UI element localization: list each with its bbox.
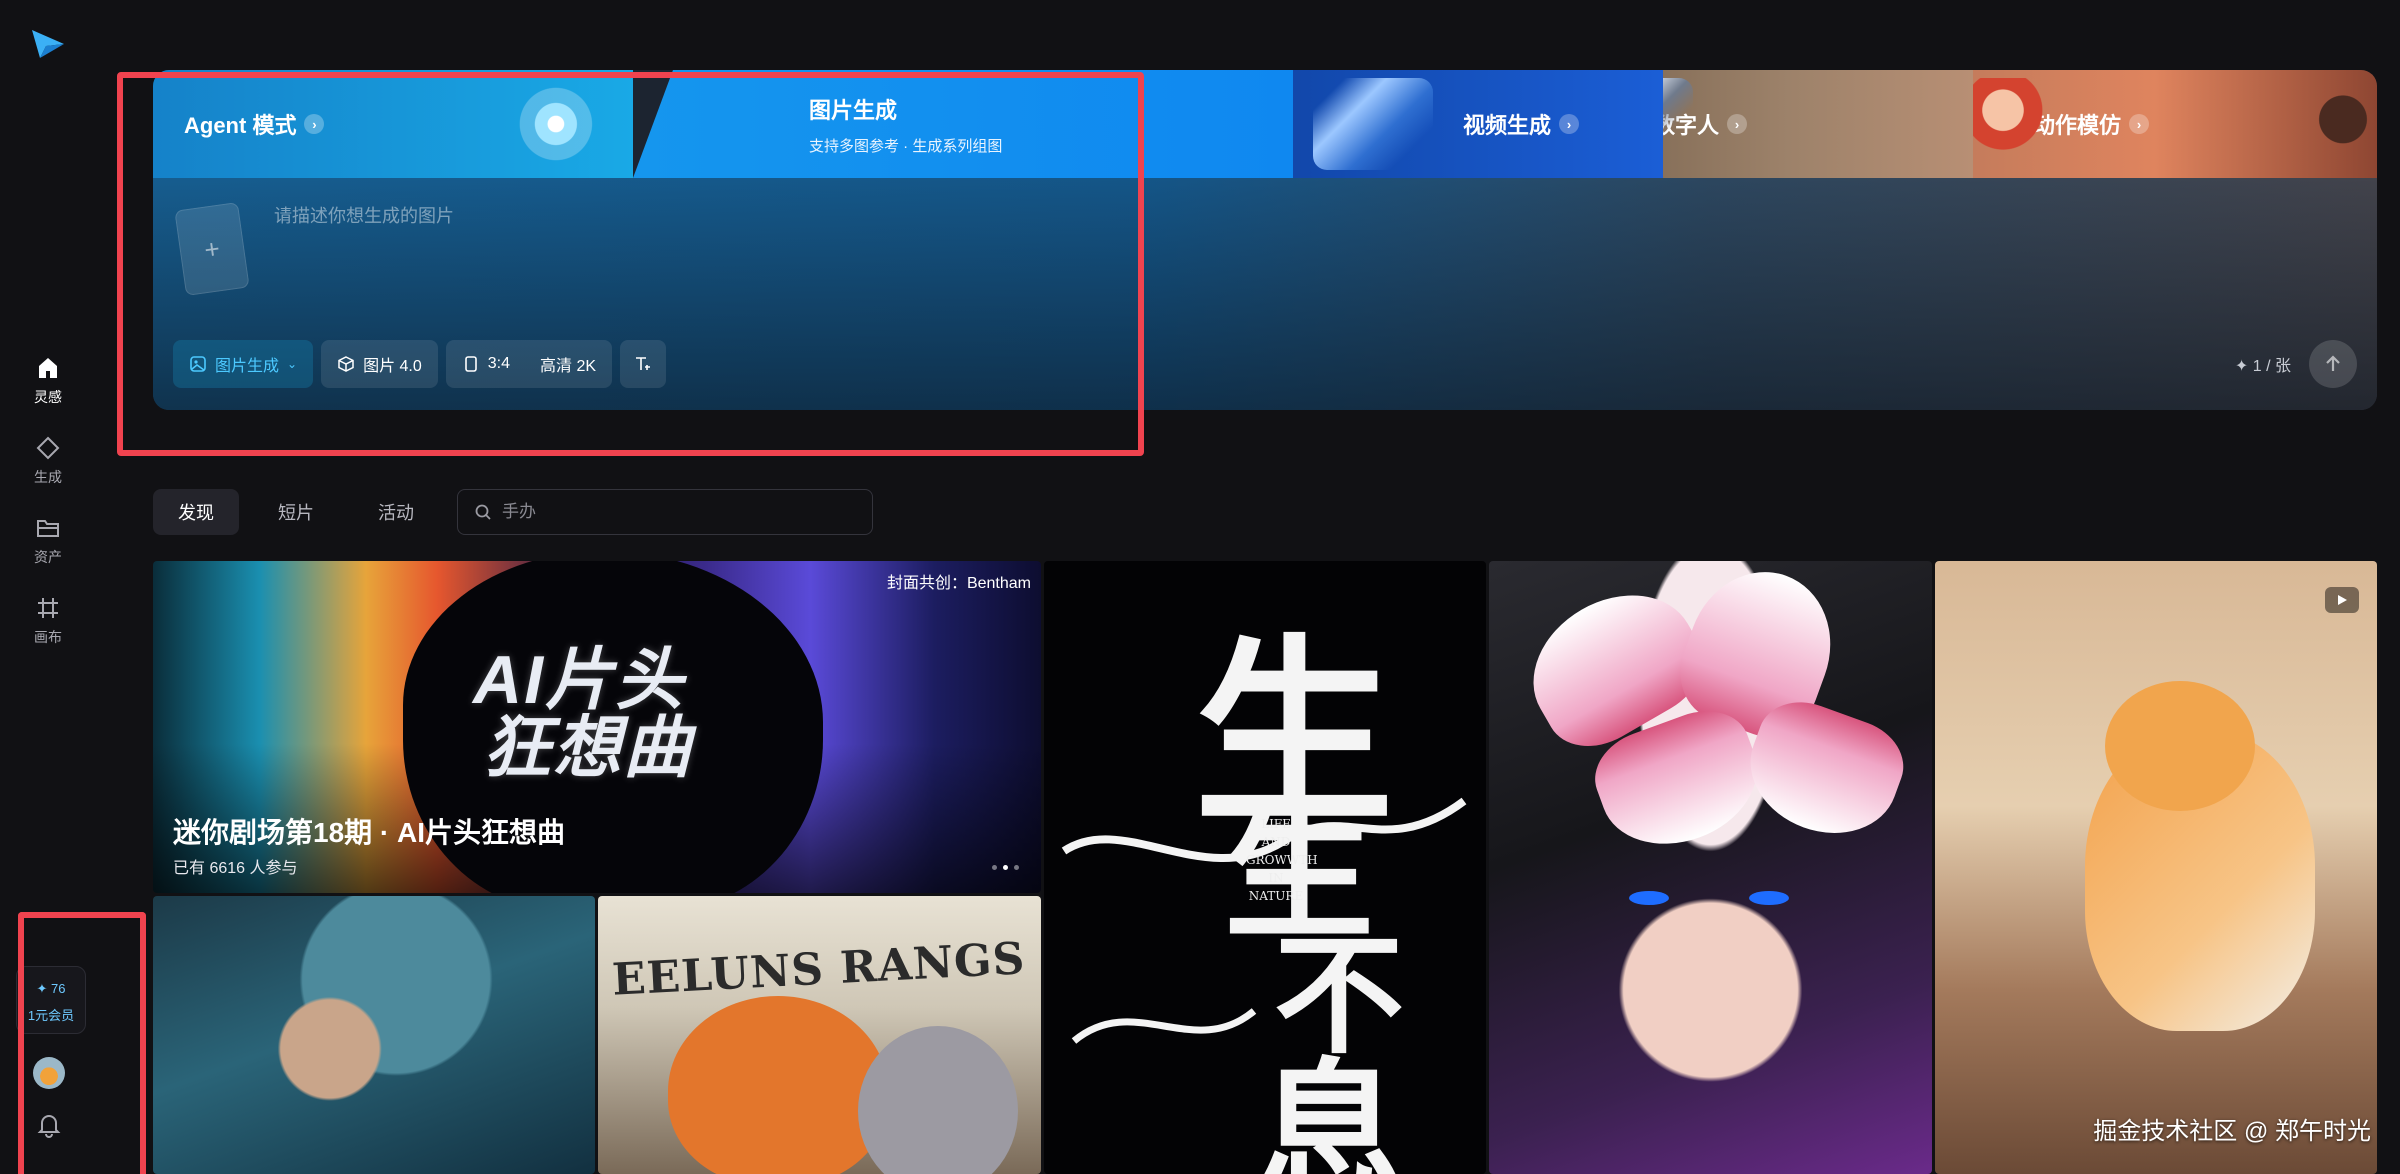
banner-title: 迷你剧场第18期 · AI片头狂想曲 (173, 817, 566, 848)
membership-label: 1元会员 (27, 1008, 75, 1023)
banner-art-line2: 狂想曲 (483, 710, 694, 786)
canvas-icon (38, 598, 58, 618)
video-badge (2325, 587, 2359, 613)
calligraphy-caption: LIFE AND GROWWTH IN NATURE (1246, 817, 1318, 903)
chevron-right-icon: › (1559, 114, 1580, 134)
prompt-input[interactable] (274, 196, 1174, 236)
generation-toolbar: 图片生成 ⌄ 图片 4.0 3:4 高清 2K (173, 340, 667, 388)
banner-credit: 封面共创：Bentham (886, 575, 1031, 592)
text-style-button[interactable] (620, 340, 667, 388)
submit-area: ✦ 1 / 张 (2235, 340, 2357, 388)
avatar[interactable] (33, 1057, 65, 1089)
carousel-dot[interactable] (1014, 865, 1019, 870)
gallery-item-fox-newspaper[interactable]: EELUNS RANGS (598, 896, 1041, 1174)
creation-hero: 动作模仿 › 数字人 › 视频生成 › 图片生成 支持多 (153, 70, 2377, 410)
nav-item-generate[interactable]: 生成 (0, 435, 96, 487)
carousel-dot[interactable] (1003, 865, 1008, 870)
portrait-eye (1629, 891, 1669, 905)
tab-events[interactable]: 活动 (353, 489, 439, 535)
membership-credits[interactable]: ✦ 76 1元会员 (16, 966, 86, 1034)
model-select[interactable]: 图片 4.0 (321, 340, 438, 388)
tab-agent-label: Agent 模式 (184, 113, 297, 138)
banner-art-line1: AI片头 (473, 642, 686, 718)
video-thumbnail (1313, 78, 1433, 170)
chevron-right-icon: › (304, 114, 325, 134)
tab-image-label: 图片生成 (809, 97, 898, 123)
newspaper-headline: EELUNS RANGS (610, 933, 1027, 1006)
banner-participants: 已有 6616 人参与 (173, 860, 298, 877)
tab-shorts[interactable]: 短片 (253, 489, 339, 535)
arrow-up-icon (2326, 355, 2340, 371)
agent-thumbnail (491, 78, 609, 170)
credits-value: ✦ 76 (36, 981, 66, 996)
prompt-panel: + 图片生成 ⌄ 图片 4.0 (153, 178, 2377, 410)
text-format-icon (636, 357, 651, 370)
aspect-ratio-icon (464, 356, 477, 372)
nav-label: 生成 (34, 469, 62, 485)
tab-label: 图片生成 (809, 93, 1002, 125)
send-button[interactable] (2309, 340, 2357, 388)
nav-item-inspiration[interactable]: 灵感 (0, 355, 96, 407)
chevron-right-icon: › (1727, 114, 1748, 134)
tab-agent-mode[interactable]: Agent 模式 › (153, 70, 633, 178)
chevron-right-icon: › (2129, 114, 2150, 134)
banner-art-text: AI片头 狂想曲 (473, 646, 693, 782)
carousel-dots[interactable] (992, 865, 1019, 870)
motion-figure-thumbnail (2283, 78, 2377, 170)
image-icon (190, 356, 206, 372)
folder-icon (37, 520, 59, 537)
model-label: 图片 4.0 (363, 358, 422, 375)
home-icon (39, 358, 57, 378)
mode-tabs: 动作模仿 › 数字人 › 视频生成 › 图片生成 支持多 (153, 70, 2377, 178)
cube-icon (338, 356, 354, 372)
nav-item-assets[interactable]: 资产 (0, 515, 96, 567)
nav-label: 资产 (34, 549, 62, 565)
tab-image-subtitle: 支持多图参考 · 生成系列组图 (809, 137, 1003, 155)
diamond-icon (36, 436, 60, 460)
portrait-eye (1749, 891, 1789, 905)
quality-label: 高清 2K (540, 358, 597, 375)
mode-label: 图片生成 (215, 358, 280, 375)
chevron-down-icon: ⌄ (287, 357, 298, 371)
nav-label: 画布 (34, 629, 62, 645)
sidebar: 灵感 生成 资产 画布 ✦ 76 1元会员 (0, 0, 96, 1174)
watermark: 掘金技术社区 @ 郑午时光 (2093, 1118, 2371, 1145)
bell-icon[interactable] (36, 1112, 62, 1138)
plus-icon: + (202, 232, 222, 265)
search-input[interactable] (502, 502, 842, 522)
tab-image-text: 图片生成 支持多图参考 · 生成系列组图 (809, 93, 1002, 156)
logo-icon[interactable] (30, 26, 66, 60)
gallery-item-cat-chef[interactable]: 掘金技术社区 @ 郑午时光 (1935, 561, 2377, 1174)
tab-video-label: 视频生成 (1463, 113, 1552, 138)
upload-reference-button[interactable]: + (174, 201, 250, 297)
fox-character (668, 996, 888, 1174)
search-box[interactable] (457, 489, 873, 535)
tab-label: 视频生成 › (1463, 108, 1580, 140)
tab-image-generation[interactable]: 图片生成 支持多图参考 · 生成系列组图 (633, 70, 1293, 178)
gallery-item-lily-portrait[interactable] (1489, 561, 1932, 1174)
tab-label: Agent 模式 › (184, 108, 325, 140)
tab-discover[interactable]: 发现 (153, 489, 239, 535)
ratio-quality-select[interactable]: 3:4 高清 2K (445, 340, 613, 388)
ratio-label: 3:4 (487, 355, 511, 372)
generation-cost: ✦ 1 / 张 (2234, 358, 2291, 375)
bunny-character (858, 1026, 1018, 1174)
featured-banner[interactable]: AI片头 狂想曲 封面共创：Bentham 迷你剧场第18期 · AI片头狂想曲… (153, 561, 1041, 893)
play-icon (2338, 595, 2347, 605)
cat-head (2105, 681, 2255, 811)
carousel-dot[interactable] (992, 865, 997, 870)
mode-select[interactable]: 图片生成 ⌄ (173, 340, 314, 388)
gallery-item-calligraphy[interactable]: 生 生 不 息 LIFE AND GROWWTH IN NATURE (1044, 561, 1486, 1174)
feed-filters: 发现 短片 活动 (153, 489, 873, 535)
gallery-item-monkey-king[interactable] (153, 896, 595, 1174)
nav-item-canvas[interactable]: 画布 (0, 595, 96, 647)
search-icon (475, 504, 491, 520)
nav-label: 灵感 (34, 389, 62, 405)
